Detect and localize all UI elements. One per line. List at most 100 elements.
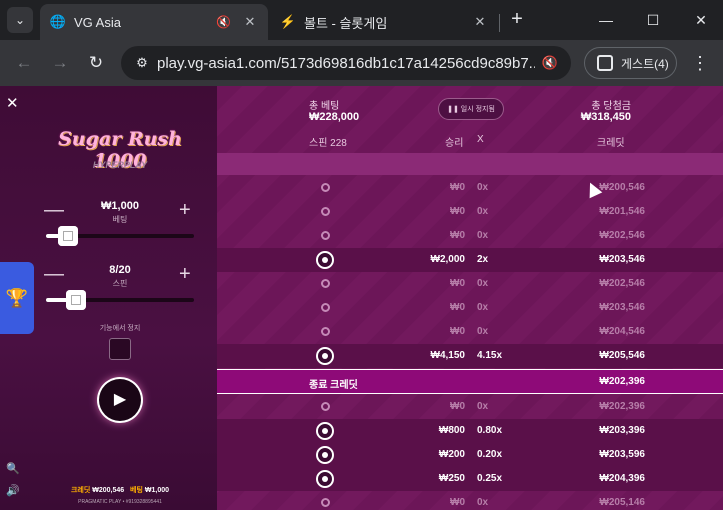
- table-row[interactable]: ₩0 0x ₩200,546: [217, 176, 723, 200]
- col-credit: 크레딧: [597, 138, 625, 149]
- tab-title: 볼트 - 슬롯게임: [304, 15, 388, 31]
- table-row[interactable]: ₩0 0x ₩201,546: [217, 200, 723, 224]
- address-bar[interactable]: ⚙ play.vg-asia1.com/5173d69816db1c17a142…: [121, 46, 571, 80]
- play-button[interactable]: ▶: [99, 379, 141, 421]
- table-row[interactable]: ₩800 0.80x ₩203,396: [217, 419, 723, 443]
- profile-label: 게스트(4): [621, 56, 669, 71]
- credit-after: ₩205,146: [599, 497, 645, 508]
- col-win: 승리: [445, 138, 464, 149]
- table-row[interactable]: ₩0 0x ₩202,396: [217, 395, 723, 419]
- win-amount: ₩0: [450, 401, 465, 412]
- url-text[interactable]: play.vg-asia1.com/5173d69816db1c17a14256…: [157, 55, 535, 72]
- credit-after: ₩202,396: [599, 401, 645, 412]
- site-info-icon[interactable]: ⚙: [127, 55, 157, 71]
- multiplier: 0.20x: [477, 449, 503, 460]
- table-row[interactable]: ₩0 0x ₩202,546: [217, 272, 723, 296]
- tab-bolt-slot[interactable]: ⚡ 볼트 - 슬롯게임 ✕: [270, 4, 498, 40]
- bet-decrease-button[interactable]: —: [44, 199, 64, 222]
- spin-marker-icon: [321, 207, 330, 216]
- table-row[interactable]: ₩0 0x ₩204,546: [217, 320, 723, 344]
- bet-slider[interactable]: [46, 226, 194, 246]
- end-credit-row: 종료 크레딧 ₩202,396: [217, 369, 723, 394]
- close-icon[interactable]: ✕: [6, 94, 19, 112]
- pause-icon: ❚❚: [447, 106, 459, 113]
- win-amount: ₩0: [450, 206, 465, 217]
- back-button[interactable]: ←: [10, 49, 38, 77]
- multiplier: 0x: [477, 182, 489, 193]
- close-tab-icon[interactable]: ✕: [472, 14, 488, 30]
- paused-pill[interactable]: ❚❚ 일시 정지됨: [438, 98, 504, 120]
- minimize-button[interactable]: —: [591, 6, 621, 34]
- credit-after: ₩203,546: [599, 302, 645, 313]
- table-row[interactable]: ₩200 0.20x ₩203,596: [217, 443, 723, 467]
- reload-button[interactable]: ↻: [82, 49, 110, 77]
- bet-slider-thumb[interactable]: [58, 226, 79, 246]
- win-amount: ₩200: [438, 449, 465, 460]
- total-win-label: 총 당첨금: [591, 101, 631, 112]
- new-tab-button[interactable]: +: [505, 8, 529, 32]
- profile-button[interactable]: 게스트(4): [584, 47, 677, 79]
- paused-label: 일시 정지됨: [460, 106, 495, 113]
- provider-line: PRAGMATIC PLAY • #919328895441: [78, 499, 162, 505]
- spins-increase-button[interactable]: +: [179, 263, 191, 286]
- table-row[interactable]: ₩4,150 4.15x ₩205,546: [217, 344, 723, 368]
- chevron-down-icon: ⌄: [14, 13, 26, 27]
- bet-increase-button[interactable]: +: [179, 199, 191, 222]
- spin-marker-icon: [321, 327, 330, 336]
- tab-search-button[interactable]: ⌄: [7, 7, 33, 33]
- close-window-button[interactable]: ✕: [686, 6, 716, 34]
- total-bet-label: 총 베팅: [309, 101, 340, 112]
- stop-on-feature-checkbox[interactable]: [109, 338, 131, 360]
- win-amount: ₩0: [450, 182, 465, 193]
- win-amount: ₩0: [450, 278, 465, 289]
- table-row[interactable]: ₩2,000 2x ₩203,546: [217, 248, 723, 272]
- spins-slider[interactable]: [46, 290, 194, 310]
- table-row[interactable]: ₩0 0x ₩205,146: [217, 491, 723, 510]
- stop-on-feature-label: 기능에서 정지: [99, 325, 141, 332]
- win-amount: ₩4,150: [430, 350, 465, 361]
- win-amount: ₩250: [438, 473, 465, 484]
- mute-tab-icon[interactable]: 🔇: [216, 15, 234, 29]
- spins-decrease-button[interactable]: —: [44, 263, 64, 286]
- maximize-button[interactable]: ☐: [638, 6, 668, 34]
- credit-after: ₩203,396: [599, 425, 645, 436]
- table-row[interactable]: ₩250 0.25x ₩204,396: [217, 467, 723, 491]
- browser-menu-button[interactable]: ⋮: [686, 49, 714, 77]
- spin-marker-icon: [321, 279, 330, 288]
- credit-after: ₩202,546: [599, 278, 645, 289]
- end-credit-label: 종료 크레딧: [309, 380, 358, 391]
- zoom-icon[interactable]: 🔍: [6, 462, 20, 475]
- multiplier: 4.15x: [477, 350, 503, 361]
- sound-icon[interactable]: 🔊: [6, 484, 20, 497]
- win-amount: ₩2,000: [430, 254, 465, 265]
- multiplier: 0x: [477, 230, 489, 241]
- multiplier: 0.25x: [477, 473, 503, 484]
- table-row[interactable]: ₩0 0x ₩203,546: [217, 296, 723, 320]
- trophy-tab[interactable]: 🏆: [0, 262, 34, 334]
- arrow-left-icon: ←: [15, 53, 33, 72]
- spin-marker-icon: [321, 303, 330, 312]
- total-win-value: ₩318,450: [580, 111, 631, 123]
- win-marker-icon: [316, 251, 334, 269]
- win-marker-icon: [316, 446, 334, 464]
- globe-icon: 🌐: [49, 14, 67, 29]
- multiplier: 0x: [477, 206, 489, 217]
- table-row[interactable]: ₩0 0x ₩202,546: [217, 224, 723, 248]
- forward-button[interactable]: →: [46, 49, 74, 77]
- credit-label: 크레딧: [70, 487, 91, 494]
- close-tab-icon[interactable]: ✕: [242, 14, 258, 30]
- win-amount: ₩800: [438, 425, 465, 436]
- win-amount: ₩0: [450, 326, 465, 337]
- history-header: 총 베팅 ₩228,000 ❚❚ 일시 정지됨 총 당첨금 ₩318,450 스…: [217, 86, 723, 156]
- bet-info-label: 베팅: [130, 487, 143, 494]
- win-marker-icon: [316, 347, 334, 365]
- game-area: ✕ Sugar Rush 1000 HYPERPLAY — ₩1,000 베팅 …: [0, 86, 723, 510]
- site-muted-icon[interactable]: 🔇: [535, 55, 565, 71]
- credit-after: ₩203,596: [599, 449, 645, 460]
- tab-title: VG Asia: [74, 14, 121, 30]
- tab-vg-asia[interactable]: 🌐 VG Asia 🔇 ✕: [40, 4, 268, 40]
- spins-slider-thumb[interactable]: [65, 290, 86, 310]
- col-spins: 스핀 228: [309, 138, 347, 149]
- game-logo-sub: HYPERPLAY: [92, 160, 148, 170]
- credit-after: ₩204,396: [599, 473, 645, 484]
